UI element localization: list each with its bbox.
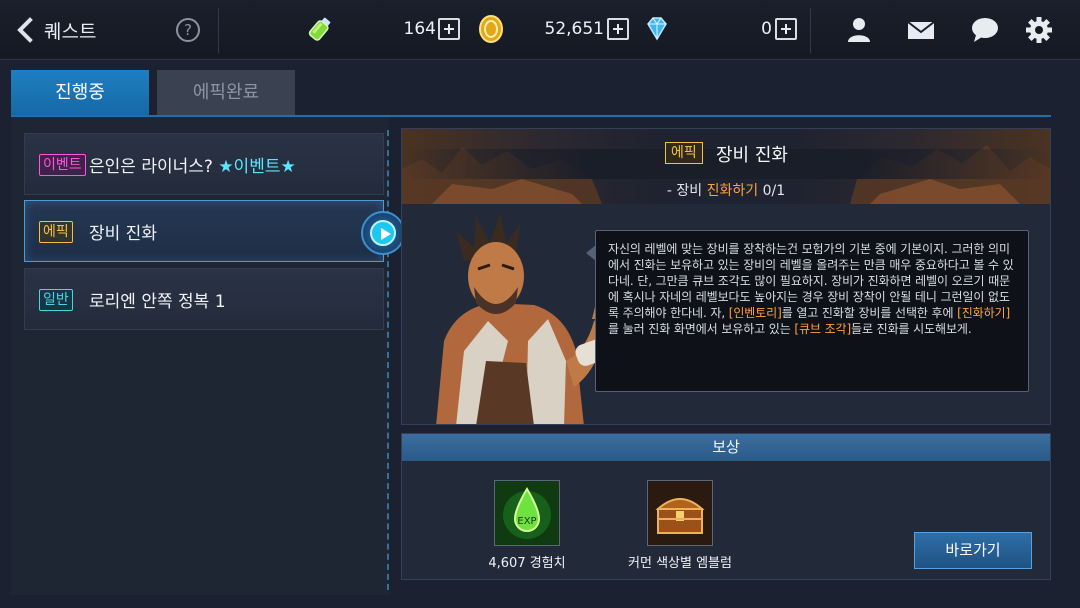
quest-title: 장비 진화: [89, 224, 157, 244]
epic-badge: 에픽: [39, 221, 73, 243]
settings-gear-icon[interactable]: [1022, 14, 1056, 46]
reward-panel: 보상 EXP 4,607 경험치 커먼 색상별 엠블럼 바로가기: [401, 433, 1051, 580]
normal-badge: 일반: [39, 289, 73, 311]
npc-dialog-text: 자신의 레벨에 맞는 장비를 장착하는건 모험가의 기본 중에 기본이지. 그러…: [608, 242, 1014, 336]
tab-in-progress[interactable]: 진행중: [11, 70, 149, 115]
page-title: 퀘스트: [44, 21, 97, 43]
play-icon: [370, 220, 396, 246]
reward-item-exp[interactable]: EXP: [494, 480, 560, 546]
quest-title: 은인은 라이너스? ★이벤트★: [89, 157, 296, 177]
quest-item-event[interactable]: 이벤트 은인은 라이너스? ★이벤트★: [24, 133, 384, 195]
svg-text:EXP: EXP: [517, 516, 536, 527]
quest-detail-title: 장비 진화: [716, 145, 788, 166]
mail-icon[interactable]: [904, 14, 938, 46]
experience-potion-icon: EXP: [495, 481, 559, 545]
go-to-button[interactable]: 바로가기: [914, 532, 1032, 569]
divider: [387, 130, 389, 590]
event-badge: 이벤트: [39, 154, 86, 176]
diamond-icon: [647, 17, 667, 41]
npc-dialog-box: 자신의 레벨에 맞는 장비를 장착하는건 모험가의 기본 중에 기본이지. 그러…: [595, 230, 1029, 392]
diamond-value: 0: [761, 19, 772, 39]
quest-title: 로리엔 안쪽 정복 1: [89, 292, 226, 312]
gold-coin-icon: [479, 15, 503, 43]
top-bar: 퀘스트 ? 164 52,651 0: [0, 0, 1080, 60]
energy-potion-icon: [308, 17, 331, 41]
reward-item-label: 4,607 경험치: [488, 556, 566, 571]
add-energy-button[interactable]: [438, 18, 460, 40]
friends-icon[interactable]: [842, 14, 876, 46]
reward-item-label: 커먼 색상별 엠블럼: [628, 556, 732, 571]
epic-badge: 에픽: [665, 142, 703, 164]
add-gold-button[interactable]: [607, 18, 629, 40]
energy-value: 164: [403, 19, 436, 39]
tab-epic-completed[interactable]: 에픽완료: [157, 70, 295, 115]
play-quest-button[interactable]: [361, 211, 405, 255]
treasure-chest-icon: [648, 481, 712, 545]
chat-icon[interactable]: [968, 14, 1002, 46]
reward-header: 보상: [402, 434, 1050, 461]
divider: [218, 8, 219, 54]
back-arrow-icon[interactable]: [12, 16, 40, 44]
reward-item-emblem-box[interactable]: [647, 480, 713, 546]
help-button[interactable]: ?: [176, 18, 200, 42]
quest-item-epic[interactable]: 에픽 장비 진화: [24, 200, 384, 262]
gold-value: 52,651: [544, 19, 604, 39]
quest-detail-panel: 에픽 장비 진화 - 장비 진화하기 0/1 자신의 레벨에 맞는 장비를 장착…: [401, 128, 1051, 425]
divider: [810, 8, 811, 54]
quest-item-normal[interactable]: 일반 로리엔 안쪽 정복 1: [24, 268, 384, 330]
add-diamond-button[interactable]: [775, 18, 797, 40]
